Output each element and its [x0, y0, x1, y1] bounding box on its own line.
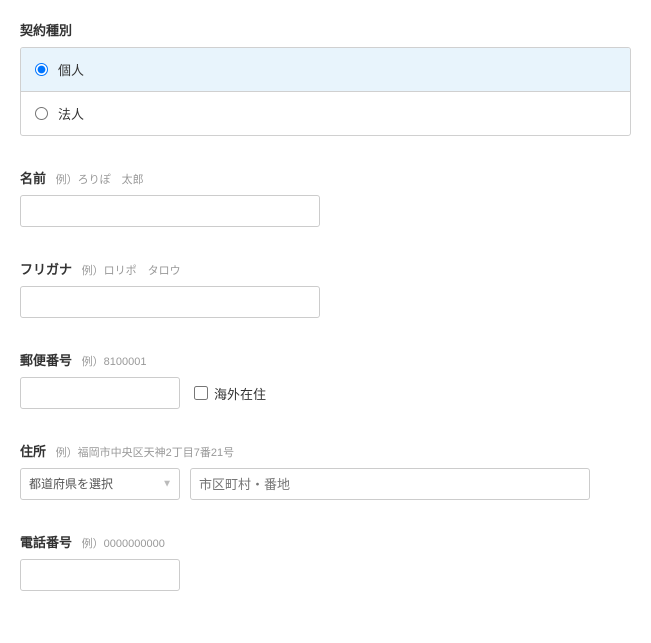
overseas-checkbox[interactable]	[194, 386, 208, 400]
contract-type-label: 契約種別	[20, 20, 72, 39]
contract-type-option-corporate[interactable]: 法人	[21, 92, 630, 135]
phone-section: 電話番号 例）0000000000	[20, 532, 631, 591]
contract-type-radio-group: 個人 法人	[20, 47, 631, 136]
name-input[interactable]	[20, 195, 320, 227]
furigana-label: フリガナ	[20, 259, 72, 278]
phone-input[interactable]	[20, 559, 180, 591]
contract-type-option-label: 法人	[58, 104, 84, 123]
address-label: 住所	[20, 441, 46, 460]
prefecture-select-wrap: 都道府県を選択 ▼	[20, 468, 180, 500]
postal-hint: 例）8100001	[82, 356, 147, 368]
city-input[interactable]	[190, 468, 590, 500]
contract-type-option-label: 個人	[58, 60, 84, 79]
address-hint: 例）福岡市中央区天神2丁目7番21号	[56, 447, 234, 459]
overseas-checkbox-wrap[interactable]: 海外在住	[194, 384, 266, 403]
postal-input[interactable]	[20, 377, 180, 409]
overseas-label: 海外在住	[214, 384, 266, 403]
contract-type-radio-individual[interactable]	[35, 63, 48, 76]
name-hint: 例）ろりぽ 太郎	[56, 174, 144, 186]
contract-type-section: 契約種別 個人 法人	[20, 20, 631, 136]
contract-type-option-individual[interactable]: 個人	[21, 48, 630, 92]
postal-label: 郵便番号	[20, 350, 72, 369]
furigana-input[interactable]	[20, 286, 320, 318]
name-section: 名前 例）ろりぽ 太郎	[20, 168, 631, 227]
phone-hint: 例）0000000000	[82, 538, 165, 550]
address-section: 住所 例）福岡市中央区天神2丁目7番21号 都道府県を選択 ▼	[20, 441, 631, 500]
name-label: 名前	[20, 168, 46, 187]
contract-type-radio-corporate[interactable]	[35, 107, 48, 120]
furigana-section: フリガナ 例）ロリポ タロウ	[20, 259, 631, 318]
phone-label: 電話番号	[20, 532, 72, 551]
prefecture-select[interactable]: 都道府県を選択	[20, 468, 180, 500]
furigana-hint: 例）ロリポ タロウ	[82, 265, 181, 277]
postal-section: 郵便番号 例）8100001 海外在住	[20, 350, 631, 409]
